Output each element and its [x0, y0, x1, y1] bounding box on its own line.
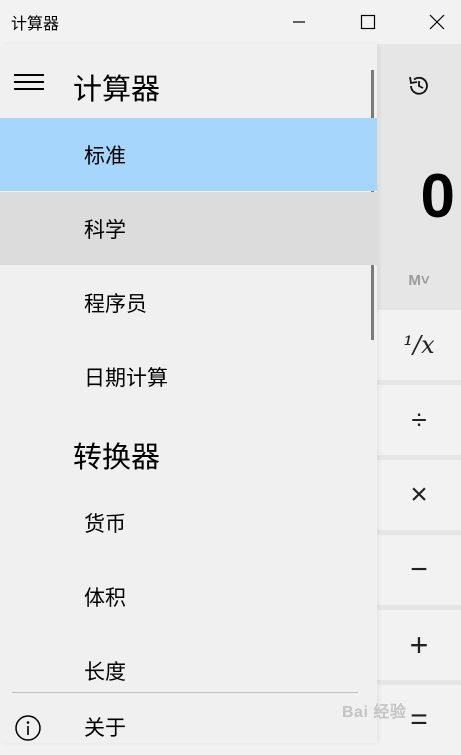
- nav-item-standard[interactable]: 标准: [0, 118, 377, 191]
- multiply-key[interactable]: ×: [377, 460, 461, 530]
- info-icon[interactable]: [14, 714, 42, 742]
- menu-button[interactable]: [12, 68, 46, 96]
- nav-item-volume[interactable]: 体积: [0, 560, 377, 633]
- navigation-pane: 计算器 标准 科学 程序员 日期计算 转换器 货币 体积 长度 关于: [0, 44, 377, 743]
- hamburger-icon: [14, 74, 44, 76]
- minus-key[interactable]: −: [377, 535, 461, 605]
- history-button[interactable]: [377, 66, 461, 106]
- divide-key[interactable]: ÷: [377, 385, 461, 455]
- converter-header: 转换器: [73, 440, 161, 474]
- nav-item-label: 体积: [84, 585, 126, 610]
- maximize-icon: [360, 14, 376, 30]
- nav-item-programmer[interactable]: 程序员: [0, 266, 377, 339]
- divide-key-label: ÷: [411, 404, 427, 435]
- equals-key-label: =: [410, 703, 428, 736]
- nav-item-label: 长度: [84, 659, 126, 684]
- watermark-text: Bai 经验: [342, 704, 407, 721]
- nav-item-date-calculation[interactable]: 日期计算: [0, 340, 377, 413]
- hamburger-icon-bar: [14, 88, 44, 90]
- minimize-button[interactable]: [276, 0, 322, 44]
- memory-button[interactable]: M˅: [377, 272, 461, 289]
- nav-divider: [12, 692, 358, 693]
- maximize-button[interactable]: [345, 0, 391, 44]
- nav-item-label: 程序员: [84, 291, 147, 316]
- reciprocal-key-label: ¹/x: [403, 331, 435, 359]
- calculator-panel: 0 M˅ ¹/x ÷ × − + =: [377, 44, 461, 755]
- hamburger-icon-bar: [14, 81, 44, 83]
- close-button[interactable]: [414, 0, 460, 44]
- nav-item-scientific[interactable]: 科学: [0, 192, 377, 265]
- nav-item-currency[interactable]: 货币: [0, 486, 377, 559]
- reciprocal-key[interactable]: ¹/x: [377, 310, 461, 380]
- minimize-icon: [293, 21, 305, 23]
- baidu-watermark: Bai 经验: [342, 698, 406, 722]
- nav-item-length[interactable]: 长度: [0, 634, 377, 707]
- minus-key-label: −: [410, 553, 428, 586]
- plus-key[interactable]: +: [377, 610, 461, 680]
- nav-item-label: 标准: [84, 143, 126, 168]
- display-value: 0: [420, 162, 455, 231]
- plus-key-label: +: [409, 626, 429, 663]
- close-icon: [429, 14, 445, 30]
- about-link[interactable]: 关于: [84, 712, 126, 742]
- nav-title: 计算器: [73, 72, 161, 106]
- multiply-key-label: ×: [410, 478, 428, 511]
- title-bar: 计算器: [0, 0, 461, 44]
- nav-item-label: 科学: [84, 217, 126, 242]
- app-title: 计算器: [11, 14, 60, 33]
- history-icon: [409, 76, 428, 95]
- nav-item-label: 货币: [84, 511, 126, 536]
- nav-item-label: 日期计算: [84, 365, 168, 390]
